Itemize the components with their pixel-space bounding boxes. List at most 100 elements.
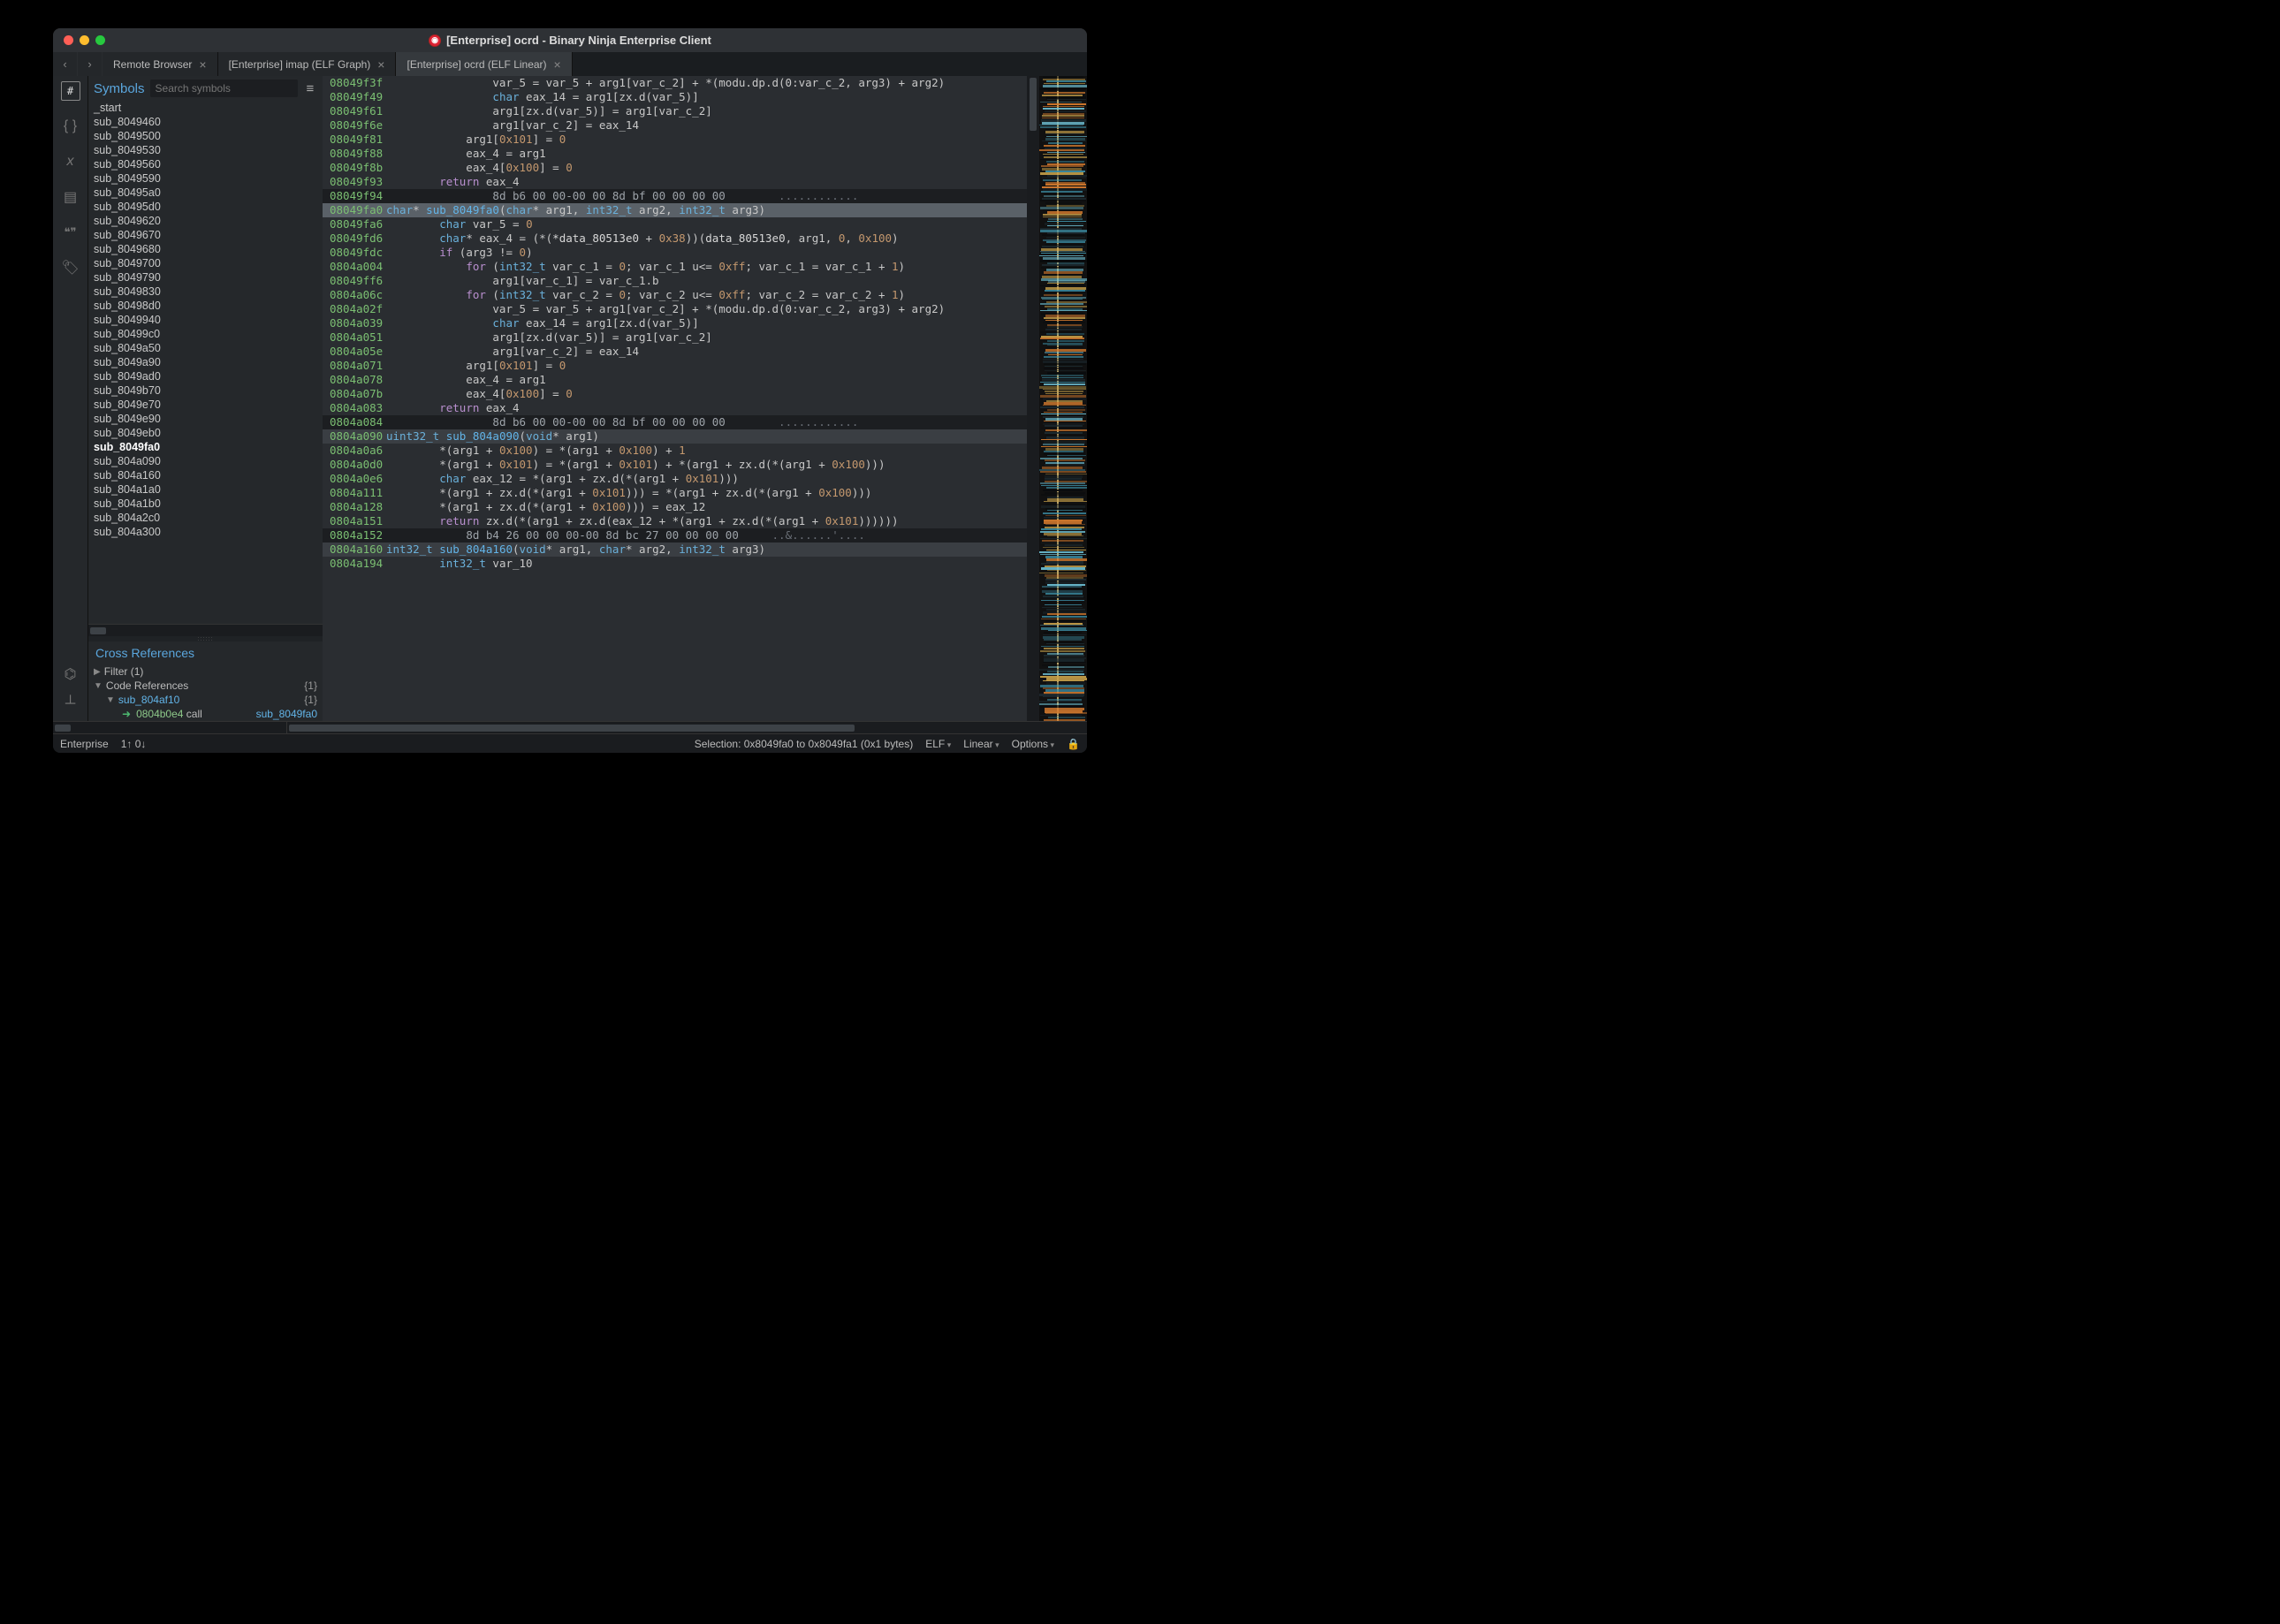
- symbol-item[interactable]: sub_8049e70: [88, 398, 323, 412]
- code-line[interactable]: 08049f88 eax_4 = arg1: [323, 147, 1027, 161]
- code-line[interactable]: 08049f61 arg1[zx.d(var_5)] = arg1[var_c_…: [323, 104, 1027, 118]
- symbol-item[interactable]: sub_804a1b0: [88, 497, 323, 511]
- scrollbar-v[interactable]: [1027, 76, 1039, 721]
- symbol-item[interactable]: sub_8049460: [88, 115, 323, 129]
- symbol-item[interactable]: sub_804a2c0: [88, 511, 323, 525]
- symbol-item[interactable]: sub_8049700: [88, 256, 323, 270]
- code-line[interactable]: 0804a07b eax_4[0x100] = 0: [323, 387, 1027, 401]
- code-view[interactable]: 08049f3f var_5 = var_5 + arg1[var_c_2] +…: [323, 76, 1027, 721]
- status-elf-dropdown[interactable]: ELF: [925, 738, 951, 750]
- bottom-scrollbars[interactable]: [53, 721, 1087, 733]
- code-line[interactable]: 0804a160int32_t sub_804a160(void* arg1, …: [323, 543, 1027, 557]
- symbol-item[interactable]: sub_80495a0: [88, 186, 323, 200]
- code-line[interactable]: 0804a194 int32_t var_10: [323, 557, 1027, 571]
- symbol-item[interactable]: sub_8049680: [88, 242, 323, 256]
- symbol-item[interactable]: sub_8049670: [88, 228, 323, 242]
- symbol-item[interactable]: sub_8049e90: [88, 412, 323, 426]
- status-view-dropdown[interactable]: Linear: [963, 738, 999, 750]
- symbol-item[interactable]: _start: [88, 101, 323, 115]
- code-line[interactable]: 08049fa0char* sub_8049fa0(char* arg1, in…: [323, 203, 1027, 217]
- symbol-item[interactable]: sub_8049830: [88, 285, 323, 299]
- tag-icon[interactable]: 🏷: [61, 258, 80, 277]
- symbol-item[interactable]: sub_8049940: [88, 313, 323, 327]
- xref-code-refs[interactable]: ▼Code References{1}: [94, 679, 317, 693]
- hash-icon[interactable]: #: [61, 81, 80, 101]
- code-line[interactable]: 0804a111 *(arg1 + zx.d(*(arg1 + 0x101)))…: [323, 486, 1027, 500]
- status-enterprise[interactable]: Enterprise: [60, 738, 109, 750]
- code-line[interactable]: 0804a071 arg1[0x101] = 0: [323, 359, 1027, 373]
- tab[interactable]: [Enterprise] imap (ELF Graph)×: [218, 52, 397, 76]
- symbol-item[interactable]: sub_8049a50: [88, 341, 323, 355]
- code-line[interactable]: 08049fdc if (arg3 != 0): [323, 246, 1027, 260]
- symbol-item[interactable]: sub_80498d0: [88, 299, 323, 313]
- symbol-item[interactable]: sub_8049b70: [88, 383, 323, 398]
- code-line[interactable]: 0804a084 8d b6 00 00-00 00 8d bf 00 00 0…: [323, 415, 1027, 429]
- scrollbar-h[interactable]: [88, 624, 323, 636]
- close-icon[interactable]: ×: [199, 57, 206, 72]
- symbol-item[interactable]: sub_804a160: [88, 468, 323, 482]
- layers-icon[interactable]: ▤: [61, 187, 80, 207]
- code-line[interactable]: 08049f94 8d b6 00 00-00 00 8d bf 00 00 0…: [323, 189, 1027, 203]
- quote-icon[interactable]: ❝❞: [61, 223, 80, 242]
- code-line[interactable]: 08049f8b eax_4[0x100] = 0: [323, 161, 1027, 175]
- code-line[interactable]: 08049fa6 char var_5 = 0: [323, 217, 1027, 231]
- code-line[interactable]: 0804a0a6 *(arg1 + 0x100) = *(arg1 + 0x10…: [323, 444, 1027, 458]
- hierarchy-icon[interactable]: ⌬: [61, 664, 80, 684]
- left-panel: Symbols ≡ _startsub_8049460sub_8049500su…: [88, 76, 323, 721]
- code-line[interactable]: 0804a0d0 *(arg1 + 0x101) = *(arg1 + 0x10…: [323, 458, 1027, 472]
- code-line[interactable]: 0804a0e6 char eax_12 = *(arg1 + zx.d(*(a…: [323, 472, 1027, 486]
- nav-back-button[interactable]: ‹: [53, 52, 78, 76]
- code-line[interactable]: 0804a05e arg1[var_c_2] = eax_14: [323, 345, 1027, 359]
- status-options-dropdown[interactable]: Options: [1012, 738, 1054, 750]
- xref-sub-row[interactable]: ▼sub_804af10{1}: [94, 693, 317, 707]
- symbol-item[interactable]: sub_804a090: [88, 454, 323, 468]
- code-line[interactable]: 08049f81 arg1[0x101] = 0: [323, 133, 1027, 147]
- symbol-item[interactable]: sub_8049fa0: [88, 440, 323, 454]
- tab[interactable]: [Enterprise] ocrd (ELF Linear)×: [396, 52, 572, 76]
- braces-icon[interactable]: { }: [61, 117, 80, 136]
- code-line[interactable]: 0804a152 8d b4 26 00 00 00-00 8d bc 27 0…: [323, 528, 1027, 543]
- code-line[interactable]: 08049ff6 arg1[var_c_1] = var_c_1.b: [323, 274, 1027, 288]
- symbol-item[interactable]: sub_8049a90: [88, 355, 323, 369]
- hamburger-icon[interactable]: ≡: [303, 81, 318, 96]
- xref-call-row[interactable]: ➜ 0804b0e4 call sub_8049fa0: [94, 707, 317, 721]
- code-line[interactable]: 0804a06c for (int32_t var_c_2 = 0; var_c…: [323, 288, 1027, 302]
- code-line[interactable]: 0804a151 return zx.d(*(arg1 + zx.d(eax_1…: [323, 514, 1027, 528]
- symbols-list[interactable]: _startsub_8049460sub_8049500sub_8049530s…: [88, 101, 323, 624]
- minimap[interactable]: [1039, 76, 1087, 721]
- tab[interactable]: Remote Browser×: [103, 52, 218, 76]
- close-icon[interactable]: ×: [554, 57, 561, 72]
- symbol-item[interactable]: sub_8049530: [88, 143, 323, 157]
- code-line[interactable]: 0804a051 arg1[zx.d(var_5)] = arg1[var_c_…: [323, 330, 1027, 345]
- symbol-item[interactable]: sub_8049500: [88, 129, 323, 143]
- symbol-item[interactable]: sub_8049590: [88, 171, 323, 186]
- variable-icon[interactable]: x: [61, 152, 80, 171]
- symbol-item[interactable]: sub_8049560: [88, 157, 323, 171]
- search-input[interactable]: [150, 80, 298, 97]
- code-line[interactable]: 0804a02f var_5 = var_5 + arg1[var_c_2] +…: [323, 302, 1027, 316]
- code-line[interactable]: 0804a090uint32_t sub_804a090(void* arg1): [323, 429, 1027, 444]
- close-icon[interactable]: ×: [377, 57, 384, 72]
- symbol-item[interactable]: sub_80495d0: [88, 200, 323, 214]
- symbol-item[interactable]: sub_804a1a0: [88, 482, 323, 497]
- code-line[interactable]: 0804a004 for (int32_t var_c_1 = 0; var_c…: [323, 260, 1027, 274]
- code-line[interactable]: 0804a128 *(arg1 + zx.d(*(arg1 + 0x100)))…: [323, 500, 1027, 514]
- code-line[interactable]: 08049f3f var_5 = var_5 + arg1[var_c_2] +…: [323, 76, 1027, 90]
- xref-filter-row[interactable]: ▶Filter (1): [94, 664, 317, 679]
- symbol-item[interactable]: sub_8049790: [88, 270, 323, 285]
- nav-forward-button[interactable]: ›: [78, 52, 103, 76]
- lock-icon[interactable]: 🔒: [1067, 738, 1080, 750]
- symbol-item[interactable]: sub_80499c0: [88, 327, 323, 341]
- code-line[interactable]: 08049f93 return eax_4: [323, 175, 1027, 189]
- tree-icon[interactable]: ┴: [61, 694, 80, 714]
- symbol-item[interactable]: sub_8049eb0: [88, 426, 323, 440]
- code-line[interactable]: 08049fd6 char* eax_4 = (*(*data_80513e0 …: [323, 231, 1027, 246]
- code-line[interactable]: 08049f49 char eax_14 = arg1[zx.d(var_5)]: [323, 90, 1027, 104]
- code-line[interactable]: 0804a083 return eax_4: [323, 401, 1027, 415]
- symbol-item[interactable]: sub_8049620: [88, 214, 323, 228]
- code-line[interactable]: 0804a039 char eax_14 = arg1[zx.d(var_5)]: [323, 316, 1027, 330]
- symbol-item[interactable]: sub_8049ad0: [88, 369, 323, 383]
- code-line[interactable]: 0804a078 eax_4 = arg1: [323, 373, 1027, 387]
- code-line[interactable]: 08049f6e arg1[var_c_2] = eax_14: [323, 118, 1027, 133]
- symbol-item[interactable]: sub_804a300: [88, 525, 323, 539]
